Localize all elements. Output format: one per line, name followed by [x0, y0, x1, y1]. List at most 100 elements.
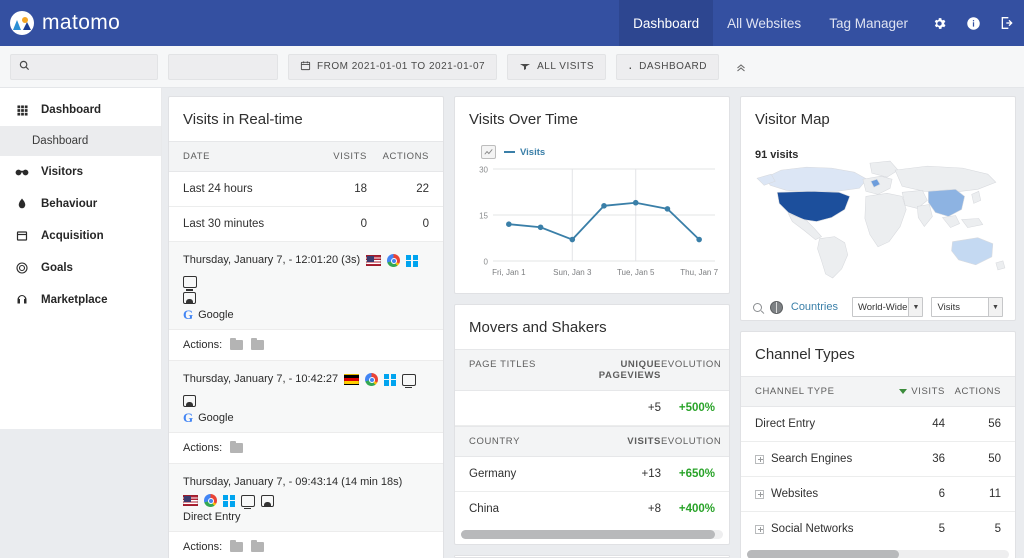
sidebar-subitem-dashboard[interactable]: Dashboard: [0, 126, 161, 156]
windows-icon: [406, 254, 419, 267]
collapse-toolbar-button[interactable]: [729, 61, 753, 73]
table-row[interactable]: Direct Entry 44 56: [741, 407, 1015, 442]
row-actions: 5: [994, 523, 1001, 535]
widget-title: Visitor Map: [755, 111, 830, 128]
flag-de-icon: [344, 374, 360, 385]
expand-row-icon[interactable]: [755, 454, 764, 464]
visitor-log-entry[interactable]: Thursday, January 7, - 10:42:27 G Google: [169, 361, 443, 433]
page-action-icon[interactable]: [251, 337, 265, 350]
page-action-icon[interactable]: [230, 337, 244, 350]
table-row[interactable]: Search Engines 36 50: [741, 442, 1015, 477]
segment-selector[interactable]: ALL VISITS: [507, 53, 606, 80]
left-sidebar-menu: Dashboard Dashboard Visitors Behaviour A…: [0, 88, 162, 429]
page-action-icon[interactable]: [230, 440, 244, 453]
chevron-down-icon: ▼: [988, 298, 1003, 316]
horizontal-scrollbar[interactable]: [747, 550, 1009, 558]
visitor-profile-icon[interactable]: [183, 395, 196, 407]
legend-label: Visits: [520, 146, 546, 158]
search-input[interactable]: [10, 53, 158, 80]
table-row[interactable]: Last 30 minutes 0 0: [169, 207, 443, 242]
info-icon[interactable]: [956, 0, 990, 46]
widget-title: Channel Types: [755, 346, 855, 363]
logout-icon[interactable]: [990, 0, 1024, 46]
sidebar-item-acquisition[interactable]: Acquisition: [0, 220, 161, 252]
matomo-logo[interactable]: matomo: [0, 11, 120, 35]
sidebar-item-behaviour[interactable]: Behaviour: [0, 188, 161, 220]
sidebar-item-goals[interactable]: Goals: [0, 252, 161, 284]
zoom-out-icon[interactable]: [753, 302, 762, 312]
gear-icon[interactable]: [922, 0, 956, 46]
row-label: Germany: [469, 468, 517, 480]
column-header-visits: VISITS: [333, 151, 367, 162]
column-header-evolution: EVOLUTION: [661, 436, 722, 447]
row-visits: 18: [354, 183, 367, 195]
world-map-svg[interactable]: [751, 145, 1013, 287]
grid-icon: [15, 104, 29, 116]
sidebar-item-marketplace[interactable]: Marketplace: [0, 284, 161, 316]
row-value: +13: [641, 468, 661, 480]
row-value: +8: [647, 503, 661, 515]
widget-visits-over-time: Visits Over Time Visits 0 15 30 Fri, Jan 1 S…: [454, 96, 730, 294]
widget-visits-in-realtime: Visits in Real-time DATE VISITS ACTIONS …: [168, 96, 444, 558]
table-row[interactable]: Germany +13 +650%: [455, 457, 729, 492]
widget-channel-types: Channel Types CHANNEL TYPE VISITS ACTION…: [740, 331, 1016, 558]
sidebar-item-dashboard[interactable]: Dashboard: [0, 94, 161, 126]
acquisition-icon: [15, 230, 29, 242]
visits-line-chart-svg[interactable]: 0 15 30 Fri, Jan 1 Sun, Jan 3 Tue, Jan 5 Thu, …: [467, 165, 719, 283]
dashboard-selector[interactable]: · DASHBOARD: [615, 53, 720, 80]
map-region-select[interactable]: World-Wide ▼: [851, 297, 924, 317]
page-action-icon[interactable]: [251, 539, 265, 552]
visitors-icon: [15, 167, 29, 178]
column-header-actions: ACTIONS: [954, 386, 1001, 397]
chrome-icon: [387, 254, 401, 267]
date-range-selector[interactable]: FROM 2021-01-01 TO 2021-01-07: [288, 53, 498, 80]
nav-link-all-websites[interactable]: All Websites: [713, 0, 815, 46]
desktop-icon: [183, 276, 197, 291]
website-selector[interactable]: [168, 53, 278, 80]
visitor-log-entry[interactable]: Thursday, January 7, - 12:01:20 (3s) G G…: [169, 242, 443, 330]
column-header-channel-type: CHANNEL TYPE: [755, 386, 835, 397]
visitor-profile-icon[interactable]: [261, 494, 274, 507]
legend-entry-visits[interactable]: Visits: [504, 147, 545, 158]
table-row[interactable]: Last 24 hours 18 22: [169, 172, 443, 207]
column-header-country: COUNTRY: [469, 436, 520, 447]
table-row[interactable]: China +8 +400%: [455, 492, 729, 526]
sidebar-item-visitors[interactable]: Visitors: [0, 156, 161, 188]
table-row[interactable]: Websites 6 11: [741, 477, 1015, 512]
page-action-icon[interactable]: [230, 539, 244, 552]
chart-type-icon[interactable]: [481, 145, 496, 159]
map-countries-link[interactable]: Countries: [791, 301, 838, 313]
row-visits: 6: [938, 488, 945, 500]
world-map[interactable]: 91 visits: [741, 141, 1015, 291]
sidebar-item-label: Visitors: [41, 166, 83, 178]
visitor-actions-row: Actions:: [169, 433, 443, 464]
desktop-icon: [402, 373, 417, 389]
column-header-unique-pageviews: UNIQUE PAGEVIEWS: [598, 359, 661, 381]
flag-us-icon: [183, 495, 198, 506]
visitor-log-entry[interactable]: Thursday, January 7, - 09:43:14 (14 min …: [169, 464, 443, 532]
row-label: Last 24 hours: [183, 183, 253, 195]
realtime-table-header: DATE VISITS ACTIONS: [169, 141, 443, 172]
visit-referrer: Direct Entry: [183, 511, 241, 523]
matomo-logo-icon: [10, 11, 34, 35]
row-label: Websites: [771, 488, 819, 500]
chevron-down-icon: ▼: [908, 298, 923, 316]
row-evolution: +650%: [678, 468, 715, 480]
chrome-icon: [204, 494, 217, 507]
nav-link-tag-manager[interactable]: Tag Manager: [815, 0, 922, 46]
map-metric-select[interactable]: Visits ▼: [931, 297, 1004, 317]
table-row[interactable]: Social Networks 5 5: [741, 512, 1015, 546]
behaviour-icon: [15, 198, 29, 211]
visit-referrer: Google: [198, 308, 234, 321]
column-header-date: DATE: [183, 151, 211, 162]
expand-row-icon[interactable]: [755, 489, 764, 499]
visitor-profile-icon[interactable]: [183, 292, 196, 304]
nav-link-dashboard[interactable]: Dashboard: [619, 0, 714, 46]
horizontal-scrollbar[interactable]: [461, 530, 723, 539]
map-visits-label: 91 visits: [755, 149, 799, 161]
column-header-visits[interactable]: VISITS: [885, 386, 945, 397]
row-evolution: +400%: [678, 503, 715, 515]
table-row[interactable]: +5 +500%: [455, 391, 729, 426]
expand-row-icon[interactable]: [755, 524, 764, 534]
flag-us-icon: [366, 255, 382, 266]
